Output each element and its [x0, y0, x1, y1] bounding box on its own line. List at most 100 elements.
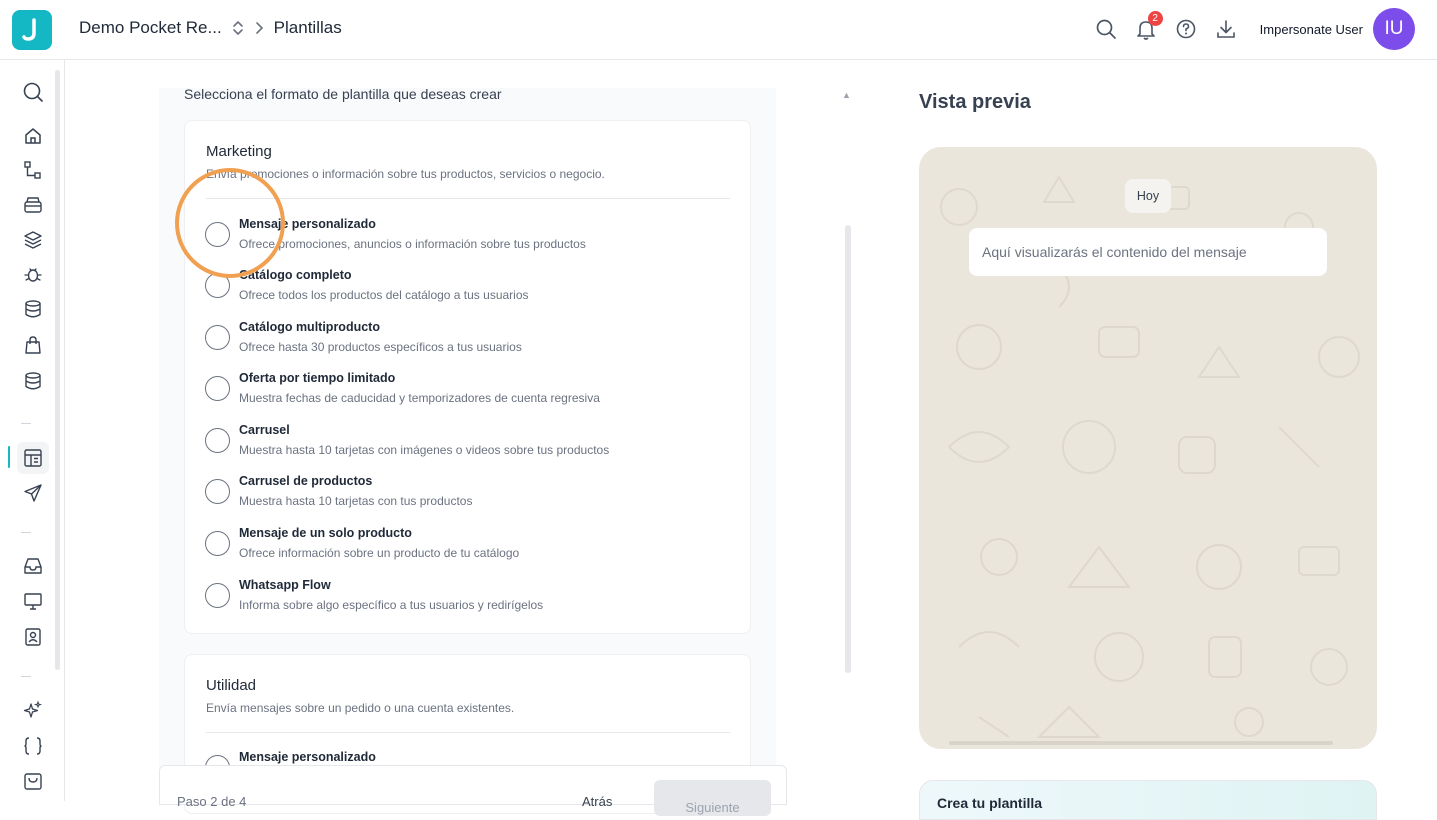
- sidebar-item-shop[interactable]: [20, 332, 46, 358]
- radio-button[interactable]: [205, 428, 230, 453]
- card-divider: [206, 732, 730, 733]
- database-stack-icon: [23, 371, 43, 391]
- marketing-card: Marketing Envía promociones o informació…: [184, 120, 751, 634]
- top-actions: 2 Impersonate User IU: [1094, 8, 1415, 50]
- create-template-title: Crea tu plantilla: [937, 795, 1042, 811]
- shopping-bag-icon: [23, 335, 43, 355]
- sidebar-item-database[interactable]: [20, 296, 46, 322]
- sidebar-item-code[interactable]: [20, 733, 46, 759]
- option-un-solo-producto[interactable]: Mensaje de un solo producto Ofrece infor…: [205, 526, 725, 570]
- templates-icon: [23, 448, 43, 468]
- bug-icon: [23, 264, 43, 284]
- marketing-subtitle: Envía promociones o información sobre tu…: [206, 167, 605, 181]
- back-button[interactable]: Atrás: [582, 794, 612, 809]
- option-title: Catálogo completo: [239, 268, 352, 282]
- home-icon: [23, 126, 43, 146]
- sidebar-divider: [21, 676, 31, 677]
- utilidad-subtitle: Envía mensajes sobre un pedido o una cue…: [206, 701, 514, 715]
- page-title: Plantillas: [274, 18, 342, 38]
- scroll-up-arrow-icon[interactable]: ▲: [842, 90, 851, 100]
- message-bubble: Aquí visualizarás el contenido del mensa…: [969, 228, 1327, 276]
- logo-j-icon: [20, 17, 44, 43]
- help-button[interactable]: [1174, 17, 1198, 41]
- sidebar-item-layers[interactable]: [20, 227, 46, 253]
- search-button[interactable]: [1094, 17, 1118, 41]
- radio-button[interactable]: [205, 583, 230, 608]
- contact-icon: [23, 627, 43, 647]
- date-chip: Hoy: [1125, 179, 1171, 213]
- sidebar-item-flows[interactable]: [20, 157, 46, 183]
- avatar[interactable]: IU: [1373, 8, 1415, 50]
- card-divider: [206, 198, 730, 199]
- sparkles-icon: [22, 700, 44, 722]
- sidebar: [0, 60, 65, 801]
- option-description: Informa sobre algo específico a tus usua…: [239, 598, 543, 612]
- option-title: Oferta por tiempo limitado: [239, 371, 395, 385]
- option-mensaje-personalizado[interactable]: Mensaje personalizado Ofrece promociones…: [205, 217, 725, 261]
- option-description: Ofrece hasta 30 productos específicos a …: [239, 340, 522, 354]
- preview-title: Vista previa: [919, 91, 1031, 114]
- user-name[interactable]: Impersonate User: [1260, 22, 1363, 37]
- next-button[interactable]: Siguiente: [654, 780, 771, 816]
- sidebar-item-contacts[interactable]: [20, 624, 46, 650]
- sidebar-item-campaigns[interactable]: [20, 480, 46, 506]
- create-template-card[interactable]: Crea tu plantilla: [919, 780, 1377, 820]
- sidebar-item-store[interactable]: [20, 768, 46, 794]
- option-catalogo-multiproducto[interactable]: Catálogo multiproducto Ofrece hasta 30 p…: [205, 320, 725, 364]
- app-logo[interactable]: [12, 10, 52, 50]
- wizard-footer: Paso 2 de 4 Atrás Siguiente: [159, 765, 787, 805]
- utilidad-title: Utilidad: [206, 677, 256, 694]
- chevron-up-down-icon[interactable]: [232, 19, 244, 37]
- sidebar-item-templates[interactable]: [17, 442, 49, 474]
- sidebar-item-debug[interactable]: [20, 261, 46, 287]
- search-icon: [22, 81, 44, 103]
- inbox-icon: [23, 556, 43, 576]
- option-catalogo-completo[interactable]: Catálogo completo Ofrece todos los produ…: [205, 268, 725, 312]
- flow-icon: [23, 160, 43, 180]
- option-whatsapp-flow[interactable]: Whatsapp Flow Informa sobre algo específ…: [205, 578, 725, 622]
- sidebar-item-inbox-tray[interactable]: [20, 192, 46, 218]
- help-icon: [1175, 18, 1197, 40]
- sidebar-item-monitor[interactable]: [20, 588, 46, 614]
- sidebar-scrollbar[interactable]: [55, 70, 60, 670]
- top-bar: Demo Pocket Re... Plantillas 2: [0, 0, 1437, 60]
- option-description: Ofrece todos los productos del catálogo …: [239, 288, 529, 302]
- radio-button[interactable]: [205, 273, 230, 298]
- sidebar-item-inbox[interactable]: [20, 553, 46, 579]
- option-title: Mensaje personalizado: [239, 750, 376, 764]
- radio-button[interactable]: [205, 376, 230, 401]
- option-carrusel-productos[interactable]: Carrusel de productos Muestra hasta 10 t…: [205, 474, 725, 518]
- sidebar-divider: [21, 423, 31, 424]
- sidebar-item-home[interactable]: [20, 123, 46, 149]
- marketing-title: Marketing: [206, 143, 272, 160]
- monitor-icon: [23, 591, 43, 611]
- layers-icon: [23, 230, 43, 250]
- option-description: Muestra fechas de caducidad y temporizad…: [239, 391, 600, 405]
- option-description: Muestra hasta 10 tarjetas con tus produc…: [239, 494, 472, 508]
- radio-button[interactable]: [205, 325, 230, 350]
- form-prompt: Selecciona el formato de plantilla que d…: [184, 86, 502, 102]
- project-selector[interactable]: Demo Pocket Re...: [79, 18, 222, 38]
- radio-button[interactable]: [205, 479, 230, 504]
- send-icon: [23, 483, 43, 503]
- radio-button[interactable]: [205, 531, 230, 556]
- sidebar-item-search[interactable]: [20, 79, 46, 105]
- sidebar-item-ai[interactable]: [20, 698, 46, 724]
- option-carrusel[interactable]: Carrusel Muestra hasta 10 tarjetas con i…: [205, 423, 725, 467]
- main-scrollbar[interactable]: [845, 225, 851, 673]
- option-title: Carrusel de productos: [239, 474, 372, 488]
- breadcrumb: Demo Pocket Re... Plantillas: [79, 18, 342, 38]
- download-button[interactable]: [1214, 17, 1238, 41]
- sidebar-divider: [21, 532, 31, 533]
- notifications-button[interactable]: 2: [1134, 17, 1158, 41]
- option-title: Whatsapp Flow: [239, 578, 331, 592]
- radio-button[interactable]: [205, 222, 230, 247]
- sidebar-item-data[interactable]: [20, 368, 46, 394]
- phone-bottom-bar: [949, 741, 1333, 745]
- search-icon: [1095, 18, 1117, 40]
- option-oferta-tiempo-limitado[interactable]: Oferta por tiempo limitado Muestra fecha…: [205, 371, 725, 415]
- option-description: Ofrece información sobre un producto de …: [239, 546, 519, 560]
- basket-icon: [23, 771, 43, 791]
- option-description: Muestra hasta 10 tarjetas con imágenes o…: [239, 443, 609, 457]
- option-title: Mensaje de un solo producto: [239, 526, 412, 540]
